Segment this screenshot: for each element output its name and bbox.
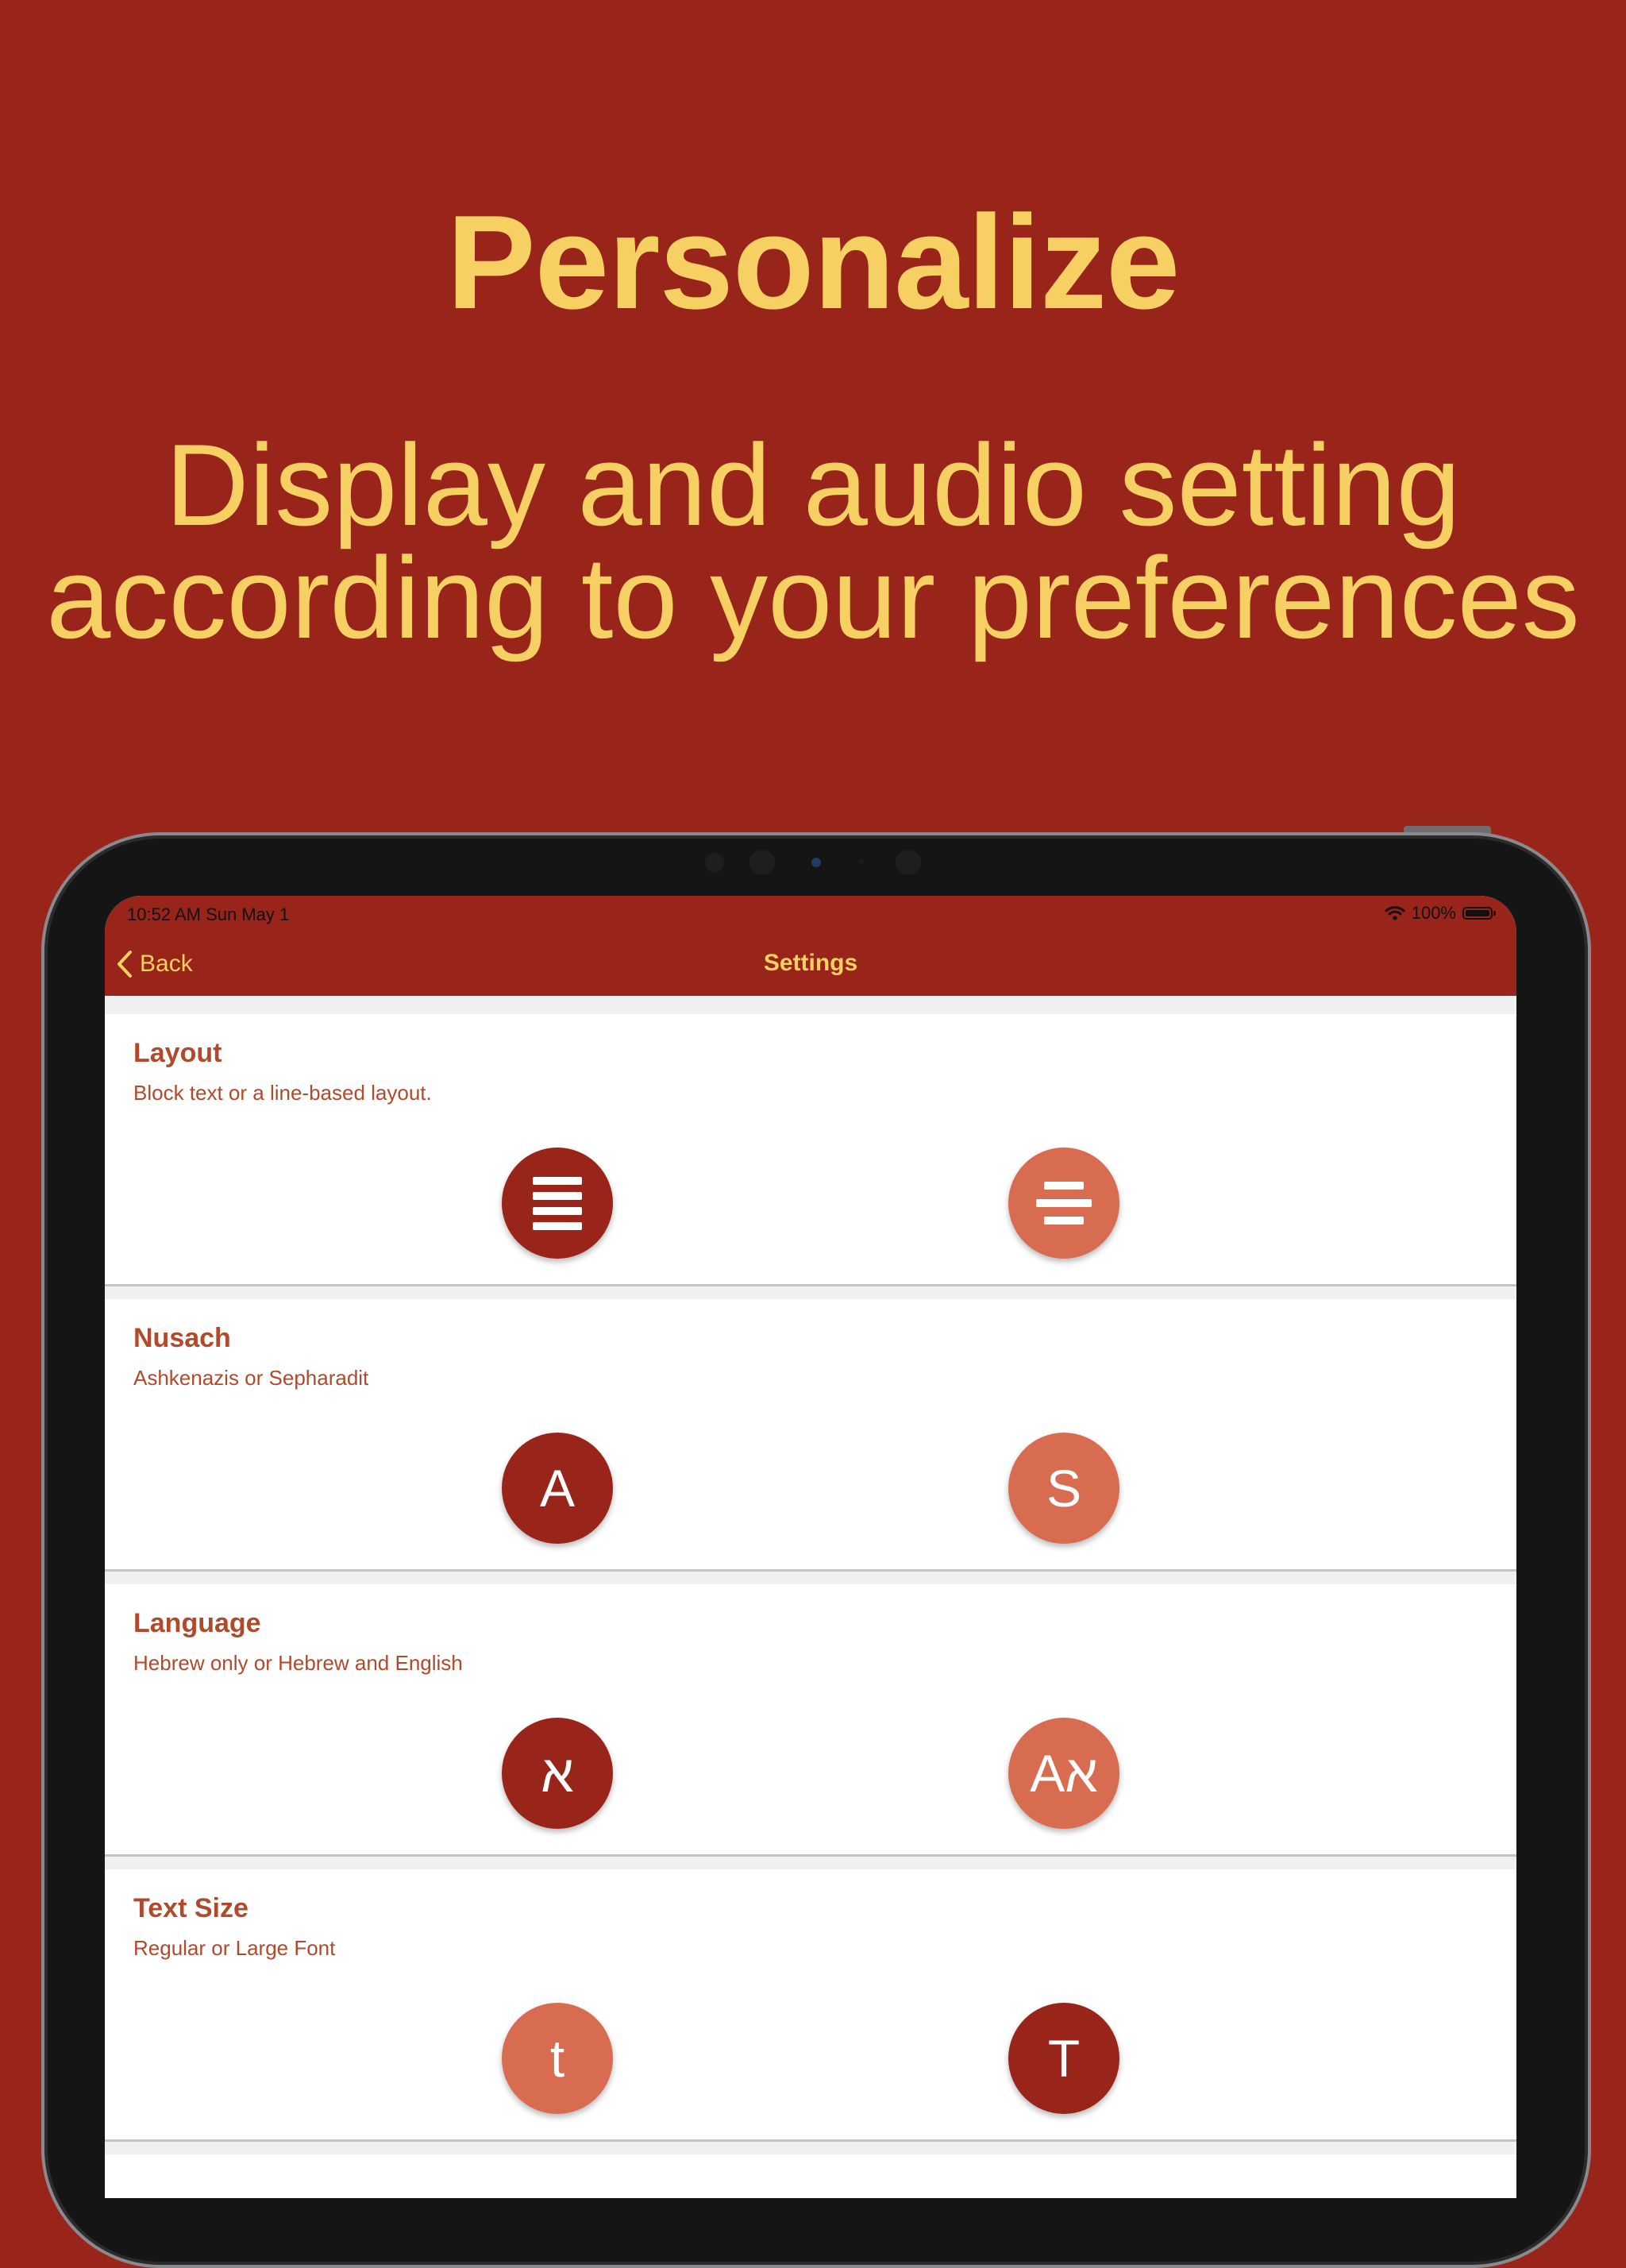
section-title: Language	[133, 1608, 261, 1638]
nusach-ashkenaz-option-button[interactable]: A	[502, 1433, 613, 1544]
section-subtitle: Block text or a line-based layout.	[133, 1081, 432, 1105]
promo-subheadline: Display and audio setting according to y…	[46, 420, 1580, 662]
sensor-dot-icon	[896, 850, 921, 875]
wifi-icon	[1385, 906, 1405, 920]
justified-lines-icon	[533, 1176, 582, 1230]
centered-lines-icon	[1036, 1182, 1092, 1225]
section-subtitle: Ashkenazis or Sepharadit	[133, 1366, 369, 1390]
language-hebrew-option-button[interactable]: א	[502, 1718, 613, 1829]
section-title: Nusach	[133, 1323, 231, 1353]
setting-section-text-size: Text Size Regular or Large Font t T	[105, 1869, 1516, 2142]
battery-percentage: 100%	[1411, 903, 1456, 923]
text-size-large-option-button[interactable]: T	[1008, 2003, 1119, 2114]
setting-section-language: Language Hebrew only or Hebrew and Engli…	[105, 1584, 1516, 1857]
language-hebrew-english-option-button[interactable]: Aא	[1008, 1718, 1119, 1829]
sensor-dot-icon	[705, 853, 724, 872]
navigation-bar: Back Settings	[105, 932, 1516, 996]
setting-section-nusach: Nusach Ashkenazis or Sepharadit A S	[105, 1299, 1516, 1572]
text-size-regular-option-button[interactable]: t	[502, 2003, 613, 2114]
battery-level	[1466, 910, 1489, 916]
camera-lens-icon	[811, 858, 821, 867]
section-subtitle: Hebrew only or Hebrew and English	[133, 1651, 463, 1675]
device-screen: 10:52 AM Sun May 1 100% Back Settings La…	[105, 896, 1516, 2198]
section-subtitle: Regular or Large Font	[133, 1936, 336, 1960]
status-bar: 10:52 AM Sun May 1 100%	[105, 896, 1516, 932]
layout-block-option-button[interactable]	[502, 1148, 613, 1259]
section-title: Layout	[133, 1038, 222, 1068]
sensor-dot-icon	[749, 850, 775, 875]
promo-headline: Personalize	[446, 187, 1181, 337]
page-title: Settings	[763, 950, 858, 976]
status-indicators: 100%	[1385, 903, 1496, 924]
section-title: Text Size	[133, 1893, 249, 1923]
nusach-sefard-option-button[interactable]: S	[1008, 1433, 1119, 1544]
sensor-dot-icon	[859, 859, 864, 864]
setting-section-layout: Layout Block text or a line-based layout…	[105, 1014, 1516, 1286]
layout-line-option-button[interactable]	[1008, 1148, 1119, 1259]
status-time-date: 10:52 AM Sun May 1	[127, 904, 290, 924]
battery-icon	[1462, 907, 1496, 920]
setting-section-next	[105, 2154, 1516, 2198]
